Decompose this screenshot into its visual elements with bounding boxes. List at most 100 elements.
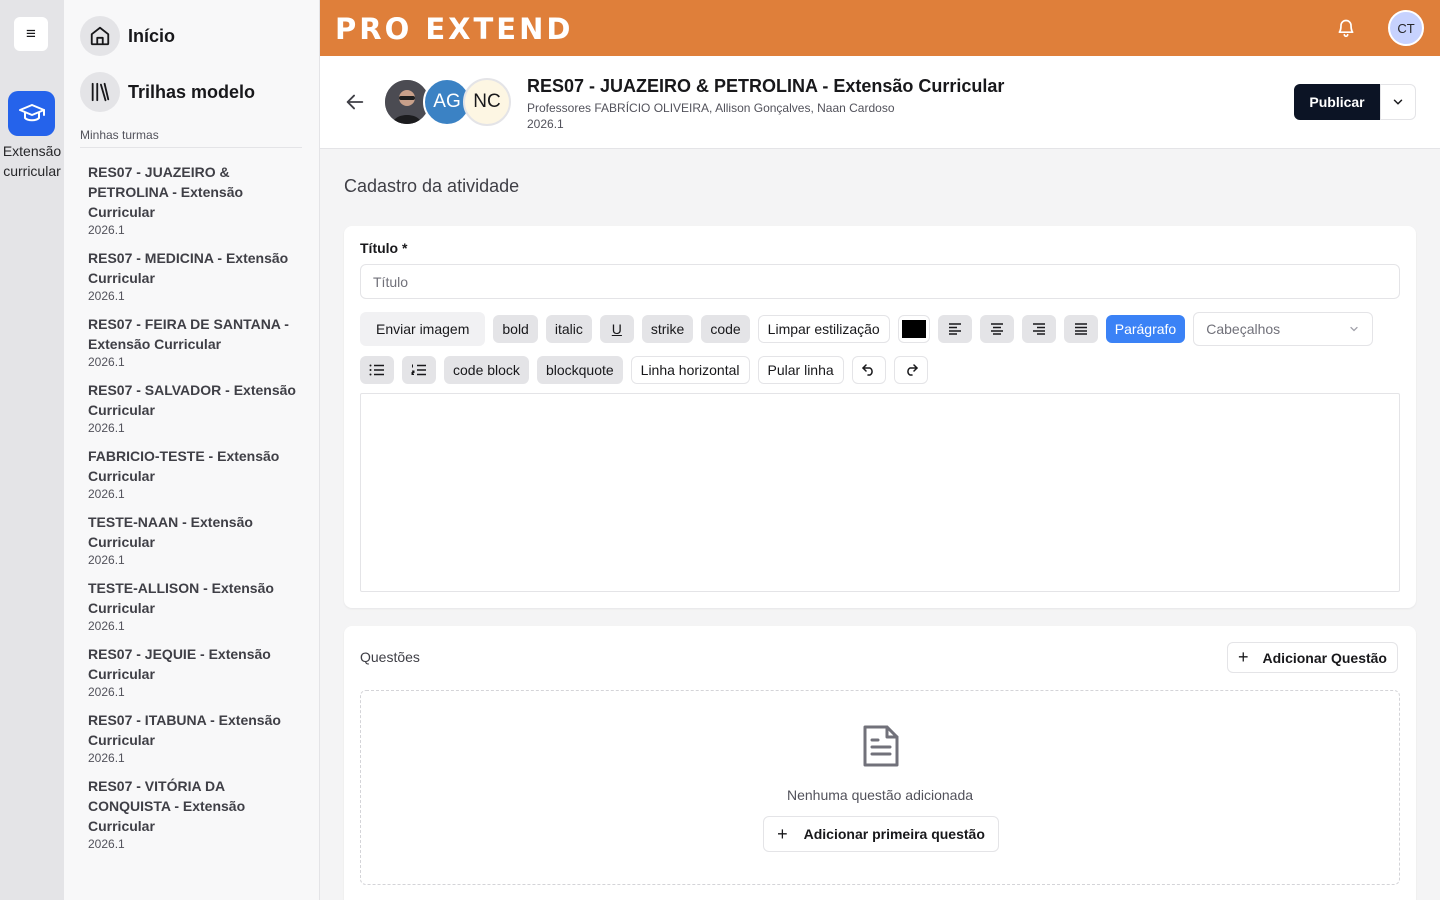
questions-empty-state: Nenhuma questão adicionada + Adicionar p… [360, 690, 1400, 885]
sidebar-item-label: Início [128, 25, 176, 46]
page-title: Cadastro da atividade [344, 176, 520, 196]
bullet-list-icon[interactable] [360, 356, 394, 384]
questions-card: Questões + Adicionar Questão Nenhuma que… [344, 626, 1416, 900]
color-swatch [901, 320, 926, 338]
redo-icon[interactable] [893, 356, 928, 384]
add-question-label: Adicionar Questão [1262, 649, 1387, 666]
class-item[interactable]: TESTE-ALLISON - Extensão Curricular 2026… [88, 578, 300, 634]
class-name: FABRICIO-TESTE - Extensão Curricular [88, 448, 280, 484]
class-year: 2026.1 [88, 685, 125, 699]
class-list: RES07 - JUAZEIRO & PETROLINA - Extensão … [88, 162, 300, 862]
align-right-icon[interactable] [1021, 315, 1056, 343]
chevron-down-icon [1393, 99, 1403, 105]
editor-toolbar-row-2: code block blockquote Linha horizontal P… [360, 356, 936, 384]
upload-image-button[interactable]: Enviar imagem [360, 312, 486, 346]
class-year: 2026.1 [88, 751, 125, 765]
class-item[interactable]: RES07 - JUAZEIRO & PETROLINA - Extensão … [88, 162, 300, 238]
publish-group: Publicar [1294, 84, 1416, 120]
user-avatar[interactable]: CT [1388, 10, 1424, 46]
sidebar-item-trilhas-modelo[interactable]: Trilhas modelo [80, 72, 255, 112]
add-question-button[interactable]: + Adicionar Questão [1227, 642, 1398, 673]
back-arrow-icon[interactable] [344, 91, 366, 118]
class-year: 2026.1 [88, 223, 125, 237]
class-item[interactable]: RES07 - MEDICINA - Extensão Curricular 2… [88, 248, 300, 304]
blockquote-button[interactable]: blockquote [536, 356, 623, 384]
class-item[interactable]: RES07 - SALVADOR - Extensão Curricular 2… [88, 380, 300, 436]
class-name: RES07 - MEDICINA - Extensão Curricular [88, 250, 289, 286]
code-button[interactable]: code [701, 315, 750, 343]
class-year: 2026.1 [88, 421, 125, 435]
line-break-button[interactable]: Pular linha [757, 356, 844, 384]
class-name: RES07 - JEQUIE - Extensão Curricular [88, 646, 271, 682]
publish-options-button[interactable] [1380, 84, 1416, 120]
section-label: Minhas turmas [80, 128, 159, 142]
add-first-question-button[interactable]: + Adicionar primeira questão [763, 816, 999, 852]
plus-icon: + [1238, 647, 1249, 667]
course-professors: Professores FABRÍCIO OLIVEIRA, Allison G… [527, 101, 895, 115]
align-left-icon[interactable] [937, 315, 972, 343]
text-color-picker[interactable] [897, 315, 930, 343]
class-name: RES07 - VITÓRIA DA CONQUISTA - Extensão … [88, 778, 246, 834]
ordered-list-icon[interactable] [402, 356, 436, 384]
code-block-button[interactable]: code block [444, 356, 529, 384]
title-label: Título * [360, 240, 408, 256]
class-name: RES07 - JUAZEIRO & PETROLINA - Extensão … [88, 164, 244, 220]
class-item[interactable]: RES07 - FEIRA DE SANTANA - Extensão Curr… [88, 314, 300, 370]
class-year: 2026.1 [88, 619, 125, 633]
chevron-down-icon [1350, 326, 1358, 332]
horizontal-rule-button[interactable]: Linha horizontal [630, 356, 750, 384]
top-bar: PRO EXTEND CT [320, 0, 1440, 56]
professor-avatars: AG NC [383, 78, 511, 126]
plus-icon: + [777, 823, 788, 844]
italic-button[interactable]: italic [545, 315, 592, 343]
sidebar: Início Trilhas modelo Minhas turmas RES0… [64, 0, 320, 900]
bell-icon[interactable] [1336, 17, 1356, 44]
class-year: 2026.1 [88, 837, 125, 851]
class-name: RES07 - FEIRA DE SANTANA - Extensão Curr… [88, 316, 289, 352]
class-year: 2026.1 [88, 553, 125, 567]
class-name: RES07 - SALVADOR - Extensão Curricular [88, 382, 296, 418]
add-first-question-label: Adicionar primeira questão [803, 826, 985, 842]
menu-icon[interactable]: ≡ [14, 17, 48, 51]
rich-text-editor[interactable] [360, 393, 1400, 592]
app-logo[interactable]: PRO EXTEND [335, 12, 573, 46]
questions-label: Questões [360, 649, 420, 665]
align-justify-icon[interactable] [1063, 315, 1098, 343]
strike-button[interactable]: strike [641, 315, 694, 343]
publish-button[interactable]: Publicar [1294, 84, 1380, 120]
align-center-icon[interactable] [979, 315, 1014, 343]
clear-formatting-button[interactable]: Limpar estilização [757, 315, 890, 343]
course-header: AG NC RES07 - JUAZEIRO & PETROLINA - Ext… [320, 56, 1440, 149]
class-year: 2026.1 [88, 289, 125, 303]
editor-toolbar-row-1: Enviar imagem bold italic U strike code … [360, 312, 1374, 346]
course-title: RES07 - JUAZEIRO & PETROLINA - Extensão … [527, 76, 1005, 96]
course-button[interactable] [8, 91, 55, 136]
class-item[interactable]: RES07 - VITÓRIA DA CONQUISTA - Extensão … [88, 776, 300, 852]
empty-state-text: Nenhuma questão adicionada [786, 787, 974, 803]
graduation-cap-icon [18, 103, 45, 121]
course-label: Extensão curricular [2, 143, 62, 179]
class-name: RES07 - ITABUNA - Extensão Curricular [88, 712, 281, 748]
title-input[interactable] [360, 264, 1400, 299]
class-item[interactable]: FABRICIO-TESTE - Extensão Curricular 202… [88, 446, 300, 502]
class-item[interactable]: RES07 - JEQUIE - Extensão Curricular 202… [88, 644, 300, 700]
class-item[interactable]: RES07 - ITABUNA - Extensão Curricular 20… [88, 710, 300, 766]
class-item[interactable]: TESTE-NAAN - Extensão Curricular 2026.1 [88, 512, 300, 568]
avatar: NC [463, 78, 511, 126]
paragraph-button[interactable]: Parágrafo [1105, 315, 1186, 343]
class-year: 2026.1 [88, 487, 125, 501]
class-name: TESTE-ALLISON - Extensão Curricular [88, 580, 274, 616]
books-icon [80, 72, 120, 112]
class-name: TESTE-NAAN - Extensão Curricular [88, 514, 253, 550]
activity-form-card: Título * Enviar imagem bold italic U str… [344, 226, 1416, 608]
sidebar-item-inicio[interactable]: Início [80, 16, 175, 56]
headings-select-value: Cabeçalhos [1206, 321, 1281, 337]
underline-button[interactable]: U [599, 315, 634, 343]
sidebar-item-label: Trilhas modelo [128, 81, 256, 102]
class-year: 2026.1 [88, 355, 125, 369]
headings-select[interactable]: Cabeçalhos [1193, 312, 1374, 346]
undo-icon[interactable] [851, 356, 886, 384]
app-rail: ≡ Extensão curricular [0, 0, 64, 900]
bold-button[interactable]: bold [493, 315, 538, 343]
course-year: 2026.1 [527, 117, 564, 131]
